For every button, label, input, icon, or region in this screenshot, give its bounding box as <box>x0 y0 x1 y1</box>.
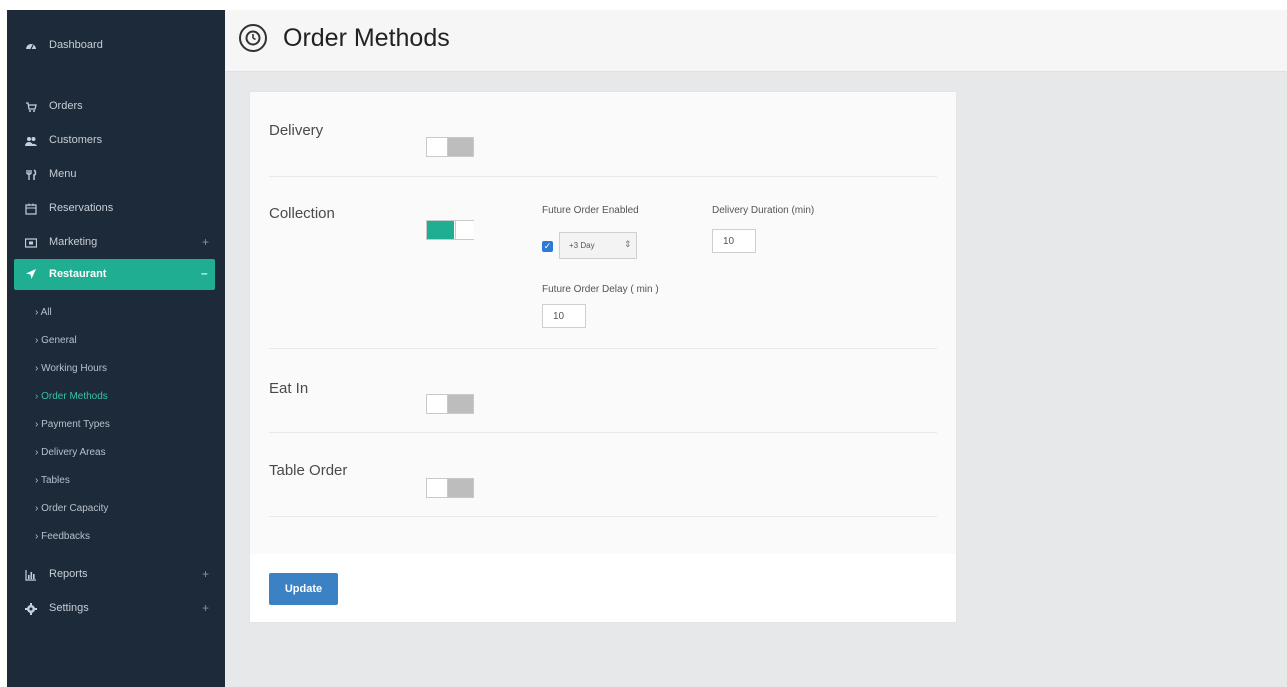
sidebar-item-label: Orders <box>49 100 83 112</box>
dashboard-icon <box>26 44 36 50</box>
gear-icon <box>25 603 37 615</box>
table-order-toggle[interactable] <box>426 478 474 498</box>
app-frame: Dashboard Orders Customers Menu Reservat… <box>7 10 1287 687</box>
submenu-item-feedbacks[interactable]: › Feedbacks <box>35 531 90 542</box>
delivery-label: Delivery <box>269 122 324 139</box>
toggle-track <box>427 221 454 239</box>
delivery-duration-input[interactable]: 10 <box>712 229 756 253</box>
expand-icon: + <box>202 567 210 581</box>
submenu-label: General <box>41 335 77 346</box>
sidebar-item-reports[interactable]: Reports + <box>7 561 225 589</box>
expand-icon: + <box>202 235 210 249</box>
submenu-item-payment-types[interactable]: › Payment Types <box>35 419 110 430</box>
submenu-label: Tables <box>40 475 70 486</box>
sidebar-item-label: Customers <box>49 134 103 146</box>
future-order-enabled-label: Future Order Enabled <box>542 205 639 216</box>
submenu-item-order-methods[interactable]: › Order Methods <box>35 391 108 402</box>
submenu-item-working-hours[interactable]: › Working Hours <box>35 363 107 374</box>
main-content: Order Methods Delivery Collection Future… <box>225 10 1287 687</box>
toggle-track <box>448 479 473 497</box>
future-order-delay-label: Future Order Delay ( min ) <box>542 284 659 295</box>
sidebar-item-dashboard[interactable]: Dashboard <box>7 32 225 60</box>
toggle-track <box>448 395 473 413</box>
collection-toggle[interactable] <box>426 220 474 240</box>
divider <box>269 516 937 517</box>
calendar-icon <box>25 203 37 215</box>
page-title: Order Methods <box>283 24 450 52</box>
sidebar-item-label: Marketing <box>49 236 98 248</box>
sidebar-item-restaurant[interactable]: Restaurant – <box>14 259 215 290</box>
megaphone-icon <box>25 238 37 248</box>
submenu-item-tables[interactable]: › Tables <box>35 475 70 486</box>
users-icon <box>25 137 37 146</box>
submenu-label: Payment Types <box>41 419 110 430</box>
cart-icon <box>26 102 37 112</box>
table-order-label: Table Order <box>269 462 348 479</box>
expand-icon: + <box>202 601 210 615</box>
submenu-item-general[interactable]: › General <box>35 335 77 346</box>
delivery-duration-label: Delivery Duration (min) <box>712 205 815 216</box>
sidebar-item-menu[interactable]: Menu <box>7 161 225 189</box>
sidebar: Dashboard Orders Customers Menu Reservat… <box>7 10 225 687</box>
submenu-item-all[interactable]: › All <box>35 307 52 318</box>
select-arrows-icon: ⇕ <box>624 239 632 249</box>
divider <box>269 432 937 433</box>
bar-chart-icon <box>25 570 36 581</box>
future-order-checkbox[interactable]: ✓ <box>542 241 553 252</box>
sidebar-item-customers[interactable]: Customers <box>7 127 225 155</box>
sidebar-item-marketing[interactable]: Marketing + <box>7 229 225 257</box>
eat-in-label: Eat In <box>269 380 309 397</box>
sidebar-item-label: Dashboard <box>49 39 103 51</box>
eat-in-toggle[interactable] <box>426 394 474 414</box>
order-methods-panel: Delivery Collection Future Order Enabled… <box>250 92 956 622</box>
collection-label: Collection <box>269 205 335 222</box>
toggle-knob <box>455 221 474 239</box>
sidebar-item-label: Settings <box>49 602 89 614</box>
sidebar-item-settings[interactable]: Settings + <box>7 595 225 623</box>
sidebar-item-label: Restaurant <box>49 268 107 280</box>
delivery-toggle[interactable] <box>426 137 474 157</box>
location-arrow-icon <box>26 269 36 279</box>
submenu-label: All <box>40 307 52 318</box>
submenu-item-delivery-areas[interactable]: › Delivery Areas <box>35 447 106 458</box>
select-value: +3 Day <box>569 241 595 250</box>
clock-icon <box>239 24 267 52</box>
submenu-label: Order Methods <box>41 391 108 402</box>
submenu-label: Feedbacks <box>41 531 91 542</box>
divider <box>269 348 937 349</box>
sidebar-item-label: Reports <box>49 568 88 580</box>
sidebar-item-reservations[interactable]: Reservations <box>7 195 225 223</box>
submenu-label: Working Hours <box>41 363 108 374</box>
sidebar-item-label: Menu <box>49 168 77 180</box>
sidebar-item-label: Reservations <box>49 202 114 214</box>
submenu-label: Delivery Areas <box>41 447 106 458</box>
toggle-knob <box>427 138 448 156</box>
future-order-delay-input[interactable]: 10 <box>542 304 586 328</box>
toggle-knob <box>427 395 448 413</box>
toggle-knob <box>427 479 448 497</box>
panel-footer <box>250 554 956 622</box>
collapse-icon: – <box>201 266 208 280</box>
update-button[interactable]: Update <box>269 573 338 605</box>
page-header: Order Methods <box>225 10 1287 72</box>
cutlery-icon <box>26 169 37 180</box>
future-order-days-select[interactable]: +3 Day ⇕ <box>559 232 637 259</box>
toggle-track <box>448 138 473 156</box>
submenu-label: Order Capacity <box>41 503 109 514</box>
divider <box>269 176 937 177</box>
submenu-item-order-capacity[interactable]: › Order Capacity <box>35 503 108 514</box>
sidebar-item-orders[interactable]: Orders <box>7 93 225 121</box>
